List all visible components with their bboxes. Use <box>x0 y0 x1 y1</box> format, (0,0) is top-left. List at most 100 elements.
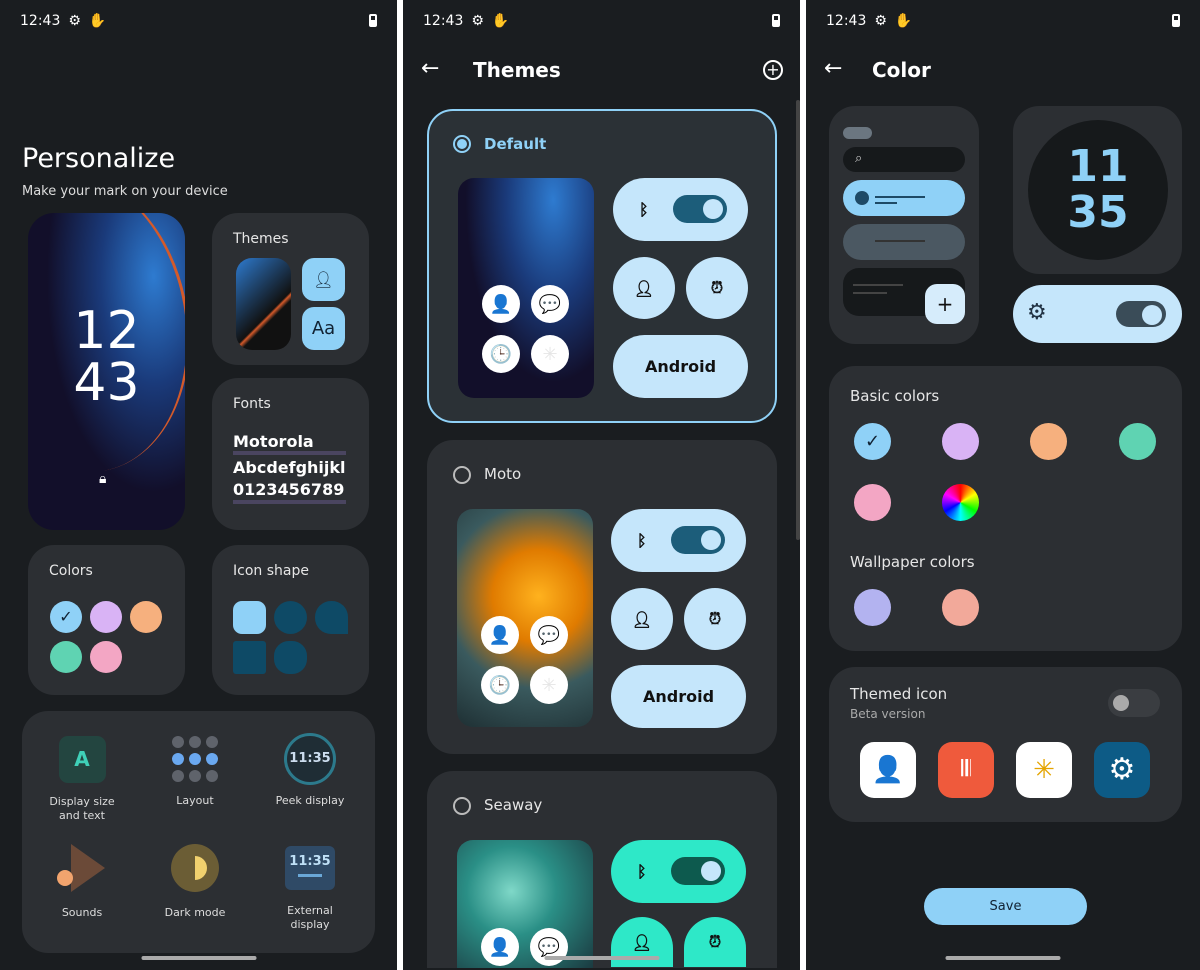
fonts-label: Fonts <box>233 396 271 412</box>
lockscreen-preview[interactable]: 12 43 🔒︎ <box>28 213 185 530</box>
toggle-icon <box>671 857 725 885</box>
battery-icon <box>1172 14 1180 27</box>
peek-display-button[interactable]: 11:35 Peek display <box>268 733 352 808</box>
bluetooth-tile: ᛒ <box>611 509 746 572</box>
basic-colors-label: Basic colors <box>850 387 940 405</box>
theme-moto[interactable]: Moto 👤 💬 🕒 ✳ ᛒ 👤︎ ⏰︎ Android <box>427 440 777 754</box>
tool-label: Layout <box>176 794 214 807</box>
basic-color-swatch[interactable] <box>1119 423 1156 460</box>
contacts-icon: 👤 <box>482 285 520 323</box>
icon-shape-rounded <box>233 601 266 634</box>
layout-grid-icon <box>172 736 218 782</box>
photos-icon: ✳ <box>531 335 569 373</box>
wallpaper-colors-label: Wallpaper colors <box>850 553 975 571</box>
theme-wallpaper: 👤 💬 <box>457 840 593 968</box>
alarm-icon: ⏰︎ <box>684 588 746 650</box>
page-subtitle: Make your mark on your device <box>22 184 228 199</box>
save-button[interactable]: Save <box>924 888 1087 925</box>
battery-icon <box>369 14 377 27</box>
android-button-preview: Android <box>613 335 748 398</box>
fonts-card[interactable]: Fonts Motorola Abcdefghijkl 0123456789 <box>212 378 369 530</box>
back-button[interactable]: ← <box>824 56 842 81</box>
photos-icon: ✳ <box>530 666 568 704</box>
person-icon: 👤︎ <box>611 588 673 650</box>
gesture-handle[interactable] <box>141 956 256 960</box>
toggle-icon <box>1116 301 1166 327</box>
display-size-button[interactable]: A Display size and text <box>40 736 124 823</box>
status-bar: 12:43 ⚙ ✋ <box>20 13 106 29</box>
back-button[interactable]: ← <box>421 56 439 81</box>
messages-icon: 💬 <box>530 616 568 654</box>
custom-color-wheel[interactable] <box>942 484 979 521</box>
icon-shape-label: Icon shape <box>233 563 309 579</box>
tool-label: External display <box>287 904 333 931</box>
dark-mode-button[interactable]: Dark mode <box>153 844 237 920</box>
messages-icon: 💬 <box>530 928 568 966</box>
page-title: Personalize <box>22 143 176 174</box>
external-display-icon: 11:35 <box>285 846 335 890</box>
basic-color-swatch[interactable] <box>942 423 979 460</box>
wallpaper-color-swatch[interactable] <box>942 589 979 626</box>
basic-color-swatch-selected[interactable]: ✓ <box>854 423 891 460</box>
gesture-handle[interactable] <box>544 956 659 960</box>
hand-icon: ✋ <box>88 13 107 29</box>
tools-card: A Display size and text Layout 11:35 Pee… <box>22 711 375 953</box>
theme-default[interactable]: Default 👤 💬 🕒 ✳ ᛒ 👤︎ ⏰︎ Android <box>427 109 777 423</box>
icon-shape-squircle <box>274 641 307 674</box>
theme-name: Seaway <box>484 796 543 814</box>
contacts-icon: 👤 <box>860 742 916 798</box>
themes-label: Themes <box>233 231 289 247</box>
status-time: 12:43 <box>826 13 867 29</box>
add-theme-button[interactable]: + <box>763 60 783 80</box>
layout-button[interactable]: Layout <box>153 736 237 808</box>
basic-color-swatch[interactable] <box>1030 423 1067 460</box>
themed-icon-toggle[interactable] <box>1108 689 1160 717</box>
colors-label: Colors <box>49 563 93 579</box>
dark-mode-icon <box>171 844 219 892</box>
tool-label: Dark mode <box>164 906 226 919</box>
alarm-icon: ⏰︎ <box>684 917 746 967</box>
theme-name: Moto <box>484 465 522 483</box>
preview-list-item-active <box>843 180 965 216</box>
clock-icon: 🕒 <box>482 335 520 373</box>
external-display-button[interactable]: 11:35 External display <box>268 846 352 932</box>
settings-toggle-preview: ⚙ <box>1013 285 1182 343</box>
person-icon: 👤︎ <box>302 258 345 301</box>
theme-wallpaper: 👤 💬 🕒 ✳ <box>458 178 594 398</box>
lock-icon: 🔒︎ <box>99 471 107 487</box>
themes-card[interactable]: Themes 👤︎ Aa <box>212 213 369 365</box>
sounds-button[interactable]: Sounds <box>40 844 124 920</box>
colors-card[interactable]: Colors ✓ <box>28 545 185 695</box>
color-screen: 12:43 ⚙ ✋ ← Color ⌕ + 11 35 ⚙ Basic colors … <box>806 0 1200 970</box>
wallpaper-color-swatch[interactable] <box>854 589 891 626</box>
scrollbar[interactable] <box>796 100 800 540</box>
gear-icon: ⚙ <box>874 13 887 29</box>
radio-selected[interactable] <box>453 135 471 153</box>
gear-icon: ⚙ <box>471 13 484 29</box>
tool-label: Sounds <box>61 906 103 919</box>
basic-color-swatch[interactable] <box>854 484 891 521</box>
contacts-icon: 👤 <box>481 616 519 654</box>
icon-shape-card[interactable]: Icon shape <box>212 545 369 695</box>
clock-minute: 43 <box>73 353 140 413</box>
theme-wallpaper-thumbnail <box>236 258 291 350</box>
theme-name: Default <box>484 135 547 153</box>
themed-icon-label: Themed icon <box>850 685 948 703</box>
toggle-icon <box>673 195 727 223</box>
theme-seaway[interactable]: Seaway 👤 💬 ᛒ 👤︎ ⏰︎ <box>427 771 777 968</box>
bluetooth-icon: ᛒ <box>637 531 647 550</box>
radio-unselected[interactable] <box>453 797 471 815</box>
personalize-screen: 12:43 ⚙ ✋ Personalize Make your mark on yo… <box>0 0 397 970</box>
search-icon: ⌕ <box>843 147 965 172</box>
battery-icon <box>772 14 780 27</box>
icon-shape-circle <box>274 601 307 634</box>
gesture-handle[interactable] <box>945 956 1061 960</box>
color-swatch <box>90 641 122 673</box>
clock-hour: 12 <box>73 301 140 361</box>
color-swatch <box>90 601 122 633</box>
status-bar: 12:43 ⚙ ✋ <box>826 13 912 29</box>
radio-unselected[interactable] <box>453 466 471 484</box>
status-time: 12:43 <box>423 13 464 29</box>
themed-icon-card: Themed icon Beta version 👤 𝄃𝄃 ✳ ⚙ <box>829 667 1182 822</box>
hand-icon: ✋ <box>491 13 510 29</box>
